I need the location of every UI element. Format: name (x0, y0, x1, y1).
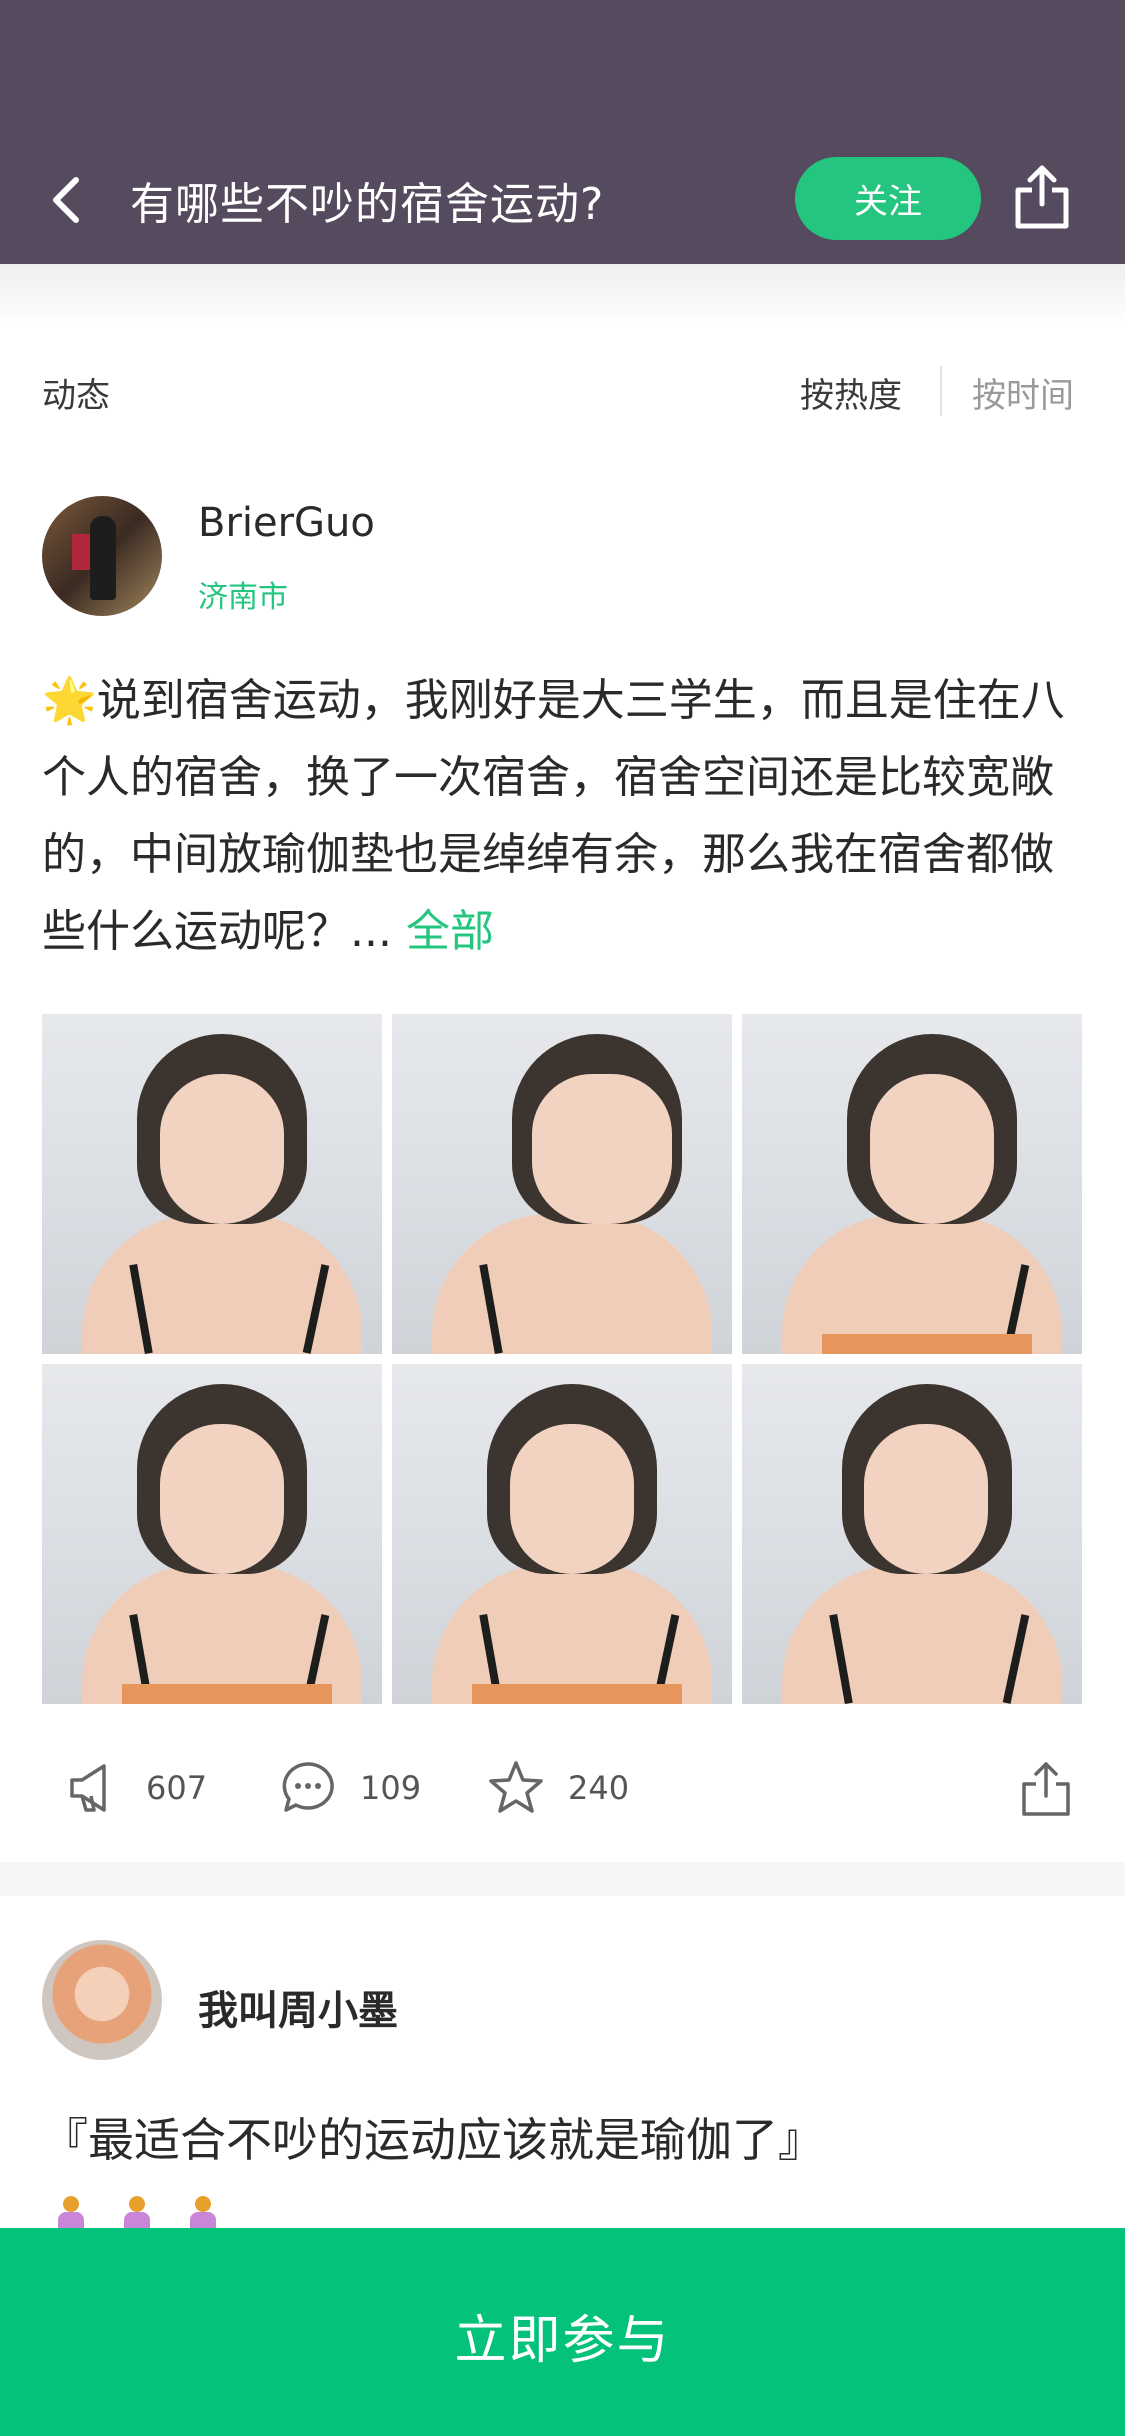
photo-body (432, 1214, 712, 1354)
photo-dress (472, 1684, 682, 1704)
join-now-button[interactable]: 立即参与 (0, 2228, 1125, 2436)
post-photo[interactable] (742, 1364, 1082, 1704)
avatar-figure (90, 516, 116, 600)
person-emoji (188, 2196, 218, 2232)
post-separator (0, 1862, 1125, 1896)
like-count: 607 (146, 1769, 208, 1807)
post-text[interactable]: 🌟说到宿舍运动，我刚好是大三学生，而且是住在八个人的宿舍，换了一次宿舍，宿舍空间… (42, 662, 1087, 970)
post-username[interactable]: BrierGuo (198, 500, 375, 546)
back-arrow-icon[interactable] (44, 170, 88, 230)
share-icon (1022, 1762, 1070, 1816)
post-body: 说到宿舍运动，我刚好是大三学生，而且是住在八个人的宿舍，换了一次宿舍，宿舍空间还… (42, 675, 1065, 957)
post-photo[interactable] (42, 1364, 382, 1704)
emoji-head (129, 2196, 145, 2212)
follow-button[interactable]: 关注 (795, 157, 981, 240)
header-bar: 有哪些不吵的宿舍运动? 关注 (0, 0, 1125, 264)
comment-action[interactable]: 109 (278, 1758, 421, 1818)
post-username[interactable]: 我叫周小墨 (198, 1978, 398, 2036)
photo-face (160, 1424, 284, 1574)
photo-face (160, 1074, 284, 1224)
like-icon (70, 1764, 106, 1812)
avatar[interactable] (42, 496, 162, 616)
like-action[interactable]: 607 (64, 1758, 207, 1818)
photo-dress (822, 1334, 1032, 1354)
header-shadow (0, 264, 1125, 324)
emoji-head (63, 2196, 79, 2212)
emoji-head (195, 2196, 211, 2212)
emoji-row (56, 2196, 218, 2232)
photo-face (510, 1424, 634, 1574)
sort-by-hot-tab[interactable]: 按热度 (800, 368, 902, 417)
person-emoji (122, 2196, 152, 2232)
post-photo[interactable] (392, 1014, 732, 1354)
post-photo[interactable] (42, 1014, 382, 1354)
photo-face (532, 1074, 672, 1224)
sort-by-time-tab[interactable]: 按时间 (972, 368, 1074, 417)
sort-divider (940, 366, 942, 416)
share-icon[interactable] (1012, 160, 1072, 232)
post-text[interactable]: 『最适合不吵的运动应该就是瑜伽了』 (42, 2104, 824, 2170)
photo-face (870, 1074, 994, 1224)
comment-icon (282, 1762, 334, 1812)
favorite-count: 240 (568, 1769, 630, 1807)
post-photo[interactable] (742, 1014, 1082, 1354)
person-emoji (56, 2196, 86, 2232)
expand-full-link[interactable]: 全部 (406, 906, 494, 957)
photo-grid (42, 1014, 1083, 1704)
photo-dress (122, 1684, 332, 1704)
post-share-action[interactable] (1016, 1758, 1076, 1818)
post-photo[interactable] (392, 1364, 732, 1704)
comment-count: 109 (360, 1769, 422, 1807)
avatar[interactable] (42, 1940, 162, 2060)
star-icon (489, 1761, 543, 1813)
star-emoji: 🌟 (42, 675, 97, 726)
favorite-action[interactable]: 240 (486, 1758, 629, 1818)
photo-face (864, 1424, 988, 1574)
page-title: 有哪些不吵的宿舍运动? (130, 179, 605, 230)
page: 有哪些不吵的宿舍运动? 关注 动态 按热度 按时间 BrierGuo 济南市 🌟… (0, 0, 1125, 2436)
feed-section-label: 动态 (42, 376, 110, 416)
post-location: 济南市 (198, 580, 288, 615)
